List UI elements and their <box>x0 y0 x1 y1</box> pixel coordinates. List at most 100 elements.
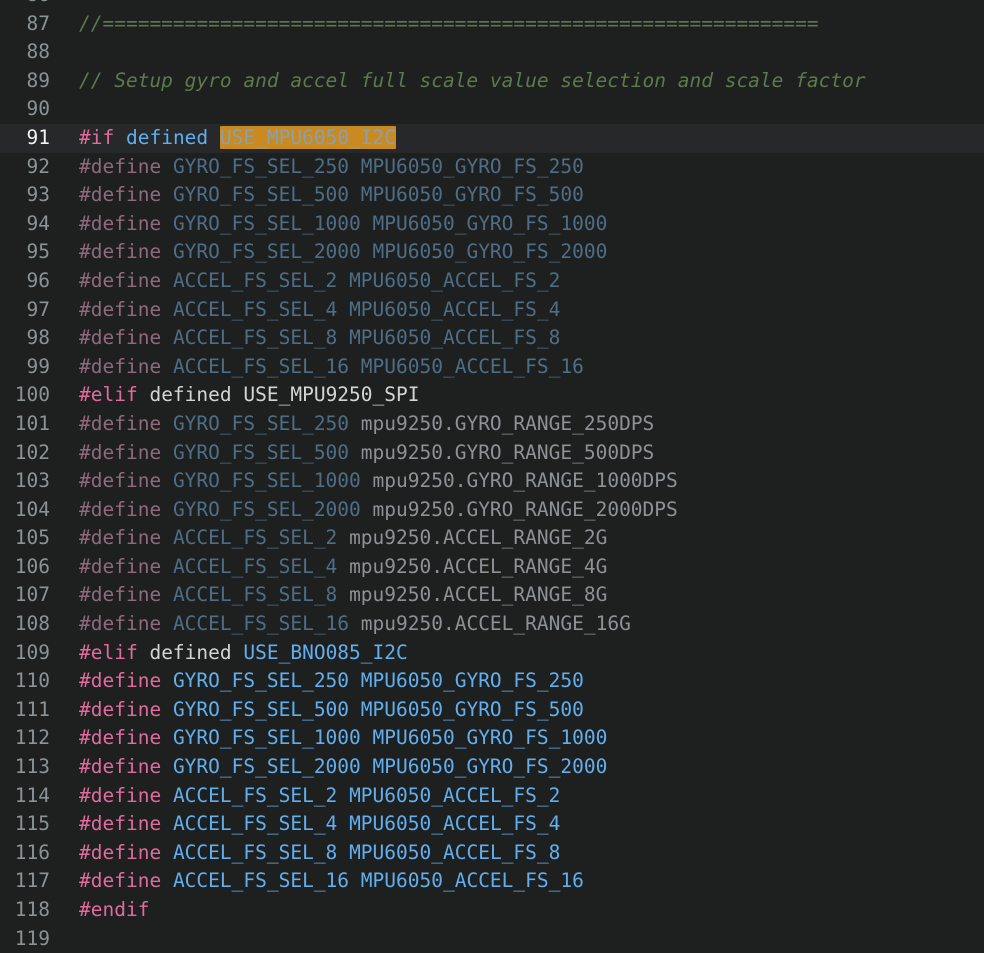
code-line[interactable]: 88 <box>0 38 984 67</box>
code-token: GYRO_FS_SEL_500 <box>172 183 350 207</box>
code-line-content[interactable]: #define ACCEL_FS_SEL_4 MPU6050_ACCEL_FS_… <box>50 296 984 325</box>
code-line[interactable]: 115 #define ACCEL_FS_SEL_4 MPU6050_ACCEL_… <box>0 810 984 839</box>
code-line-content[interactable]: #elif defined USE_BNO085_I2C <box>50 639 984 668</box>
code-line[interactable]: 112 #define GYRO_FS_SEL_1000 MPU6050_GYRO… <box>0 724 984 753</box>
code-line-content[interactable]: #define ACCEL_FS_SEL_16 MPU6050_ACCEL_FS… <box>50 867 984 896</box>
selection-highlight[interactable]: USE_MPU6050_I2C <box>219 125 397 149</box>
code-line-content[interactable]: #define ACCEL_FS_SEL_2 MPU6050_ACCEL_FS_… <box>50 782 984 811</box>
code-line-content[interactable]: #define ACCEL_FS_SEL_4 mpu9250.ACCEL_RAN… <box>50 553 984 582</box>
code-line[interactable]: 108 #define ACCEL_FS_SEL_16 mpu9250.ACCEL… <box>0 610 984 639</box>
code-line-content[interactable]: #define GYRO_FS_SEL_1000 mpu9250.GYRO_RA… <box>50 467 984 496</box>
code-line-content[interactable]: #define GYRO_FS_SEL_500 mpu9250.GYRO_RAN… <box>50 439 984 468</box>
code-line-content[interactable]: #define ACCEL_FS_SEL_16 mpu9250.ACCEL_RA… <box>50 610 984 639</box>
code-line[interactable]: 96 #define ACCEL_FS_SEL_2 MPU6050_ACCEL_F… <box>0 267 984 296</box>
code-line[interactable]: 94 #define GYRO_FS_SEL_1000 MPU6050_GYRO_… <box>0 210 984 239</box>
code-line-content[interactable]: #define ACCEL_FS_SEL_2 MPU6050_ACCEL_FS_… <box>50 267 984 296</box>
code-line[interactable]: 107 #define ACCEL_FS_SEL_8 mpu9250.ACCEL_… <box>0 581 984 610</box>
code-lines-container[interactable]: 8687 //==================================… <box>0 0 984 953</box>
code-line[interactable]: 103 #define GYRO_FS_SEL_1000 mpu9250.GYRO… <box>0 467 984 496</box>
code-line[interactable]: 102 #define GYRO_FS_SEL_500 mpu9250.GYRO_… <box>0 439 984 468</box>
code-line[interactable]: 100 #elif defined USE_MPU9250_SPI <box>0 381 984 410</box>
code-line[interactable]: 86 <box>0 0 984 10</box>
code-line[interactable]: 95 #define GYRO_FS_SEL_2000 MPU6050_GYRO_… <box>0 238 984 267</box>
code-token: #define <box>79 783 162 807</box>
code-line-content[interactable]: #define GYRO_FS_SEL_500 MPU6050_GYRO_FS_… <box>50 181 984 210</box>
code-line-content[interactable]: #define GYRO_FS_SEL_250 MPU6050_GYRO_FS_… <box>50 667 984 696</box>
code-line[interactable]: 87 //====================================… <box>0 10 984 39</box>
code-token: #define <box>79 669 162 693</box>
code-line[interactable]: 99 #define ACCEL_FS_SEL_16 MPU6050_ACCEL_… <box>0 353 984 382</box>
code-line-content[interactable]: #if defined USE_MPU6050_I2C <box>50 124 984 153</box>
code-line-content[interactable]: #define GYRO_FS_SEL_2000 mpu9250.GYRO_RA… <box>50 496 984 525</box>
code-editor[interactable]: 8687 //==================================… <box>0 0 984 953</box>
code-line-content[interactable]: #define GYRO_FS_SEL_2000 MPU6050_GYRO_FS… <box>50 238 984 267</box>
code-line-content[interactable]: #define GYRO_FS_SEL_250 MPU6050_GYRO_FS_… <box>50 153 984 182</box>
code-token: MPU6050_ACCEL_FS_4 <box>349 297 561 321</box>
line-number: 110 <box>14 669 50 693</box>
code-line-content[interactable]: #define ACCEL_FS_SEL_8 MPU6050_ACCEL_FS_… <box>50 324 984 353</box>
code-line-content[interactable]: #define GYRO_FS_SEL_1000 MPU6050_GYRO_FS… <box>50 210 984 239</box>
code-line[interactable]: 106 #define ACCEL_FS_SEL_4 mpu9250.ACCEL_… <box>0 553 984 582</box>
code-token: #define <box>79 326 162 350</box>
code-line[interactable]: 89 // Setup gyro and accel full scale val… <box>0 67 984 96</box>
code-line-content[interactable]: #define ACCEL_FS_SEL_4 MPU6050_ACCEL_FS_… <box>50 810 984 839</box>
code-line[interactable]: 93 #define GYRO_FS_SEL_500 MPU6050_GYRO_F… <box>0 181 984 210</box>
code-line-content[interactable]: #define GYRO_FS_SEL_2000 MPU6050_GYRO_FS… <box>50 753 984 782</box>
code-line-content[interactable]: #define ACCEL_FS_SEL_2 mpu9250.ACCEL_RAN… <box>50 524 984 553</box>
code-token: MPU6050_GYRO_FS_250 <box>360 669 584 693</box>
code-line[interactable]: 113 #define GYRO_FS_SEL_2000 MPU6050_GYRO… <box>0 753 984 782</box>
code-token: GYRO_FS_SEL_500 <box>172 697 350 721</box>
code-line[interactable]: 104 #define GYRO_FS_SEL_2000 mpu9250.GYRO… <box>0 496 984 525</box>
code-token: MPU6050_ACCEL_FS_8 <box>349 840 561 864</box>
line-number: 119 <box>14 926 50 950</box>
code-token: #define <box>79 297 162 321</box>
code-line[interactable]: 114 #define ACCEL_FS_SEL_2 MPU6050_ACCEL_… <box>0 782 984 811</box>
code-line-content[interactable]: #define ACCEL_FS_SEL_8 mpu9250.ACCEL_RAN… <box>50 581 984 610</box>
code-token: GYRO_FS_SEL_2000 <box>172 755 361 779</box>
code-line-content[interactable]: #elif defined USE_MPU9250_SPI <box>50 381 984 410</box>
code-token: #define <box>79 440 162 464</box>
line-number: 118 <box>14 898 50 921</box>
code-line[interactable]: 92 #define GYRO_FS_SEL_250 MPU6050_GYRO_F… <box>0 153 984 182</box>
code-line[interactable]: 118 #endif <box>0 896 984 925</box>
code-line-content[interactable]: #define GYRO_FS_SEL_1000 MPU6050_GYRO_FS… <box>50 724 984 753</box>
code-token: MPU6050_GYRO_FS_2000 <box>372 755 608 779</box>
code-line[interactable]: 111 #define GYRO_FS_SEL_500 MPU6050_GYRO_… <box>0 696 984 725</box>
line-number: 95 <box>26 240 50 264</box>
code-line-content[interactable]: #endif <box>50 896 984 925</box>
code-line[interactable]: 98 #define ACCEL_FS_SEL_8 MPU6050_ACCEL_F… <box>0 324 984 353</box>
code-line[interactable]: 109 #elif defined USE_BNO085_I2C <box>0 639 984 668</box>
code-token: defined <box>149 383 232 407</box>
code-token: #define <box>79 755 162 779</box>
code-line[interactable]: 110 #define GYRO_FS_SEL_250 MPU6050_GYRO_… <box>0 667 984 696</box>
code-token: MPU6050_ACCEL_FS_2 <box>349 783 561 807</box>
code-line-content[interactable]: // Setup gyro and accel full scale value… <box>50 67 984 96</box>
code-token: #define <box>79 554 162 578</box>
code-token: MPU6050_ACCEL_FS_16 <box>360 869 584 893</box>
code-line-content[interactable]: #define ACCEL_FS_SEL_16 MPU6050_ACCEL_FS… <box>50 353 984 382</box>
code-line[interactable]: 117 #define ACCEL_FS_SEL_16 MPU6050_ACCEL… <box>0 867 984 896</box>
code-line-content[interactable]: #define GYRO_FS_SEL_500 MPU6050_GYRO_FS_… <box>50 696 984 725</box>
code-line-content[interactable]: //======================================… <box>50 10 984 39</box>
code-line[interactable]: 97 #define ACCEL_FS_SEL_4 MPU6050_ACCEL_F… <box>0 296 984 325</box>
code-line-content[interactable]: #define ACCEL_FS_SEL_8 MPU6050_ACCEL_FS_… <box>50 839 984 868</box>
code-line[interactable]: 101 #define GYRO_FS_SEL_250 mpu9250.GYRO_… <box>0 410 984 439</box>
code-line[interactable]: 119 <box>0 925 984 953</box>
code-token: ACCEL_FS_SEL_16 <box>172 612 350 636</box>
code-token: GYRO_FS_SEL_1000 <box>172 211 361 235</box>
code-line[interactable]: 105 #define ACCEL_FS_SEL_2 mpu9250.ACCEL_… <box>0 524 984 553</box>
code-line[interactable]: 91 #if defined USE_MPU6050_I2C <box>0 123 984 153</box>
code-line-content[interactable]: #define GYRO_FS_SEL_250 mpu9250.GYRO_RAN… <box>50 410 984 439</box>
code-token: MPU6050_GYRO_FS_2000 <box>372 240 608 264</box>
code-line[interactable]: 90 <box>0 95 984 124</box>
code-line[interactable]: 116 #define ACCEL_FS_SEL_8 MPU6050_ACCEL_… <box>0 839 984 868</box>
line-number: 88 <box>26 40 50 64</box>
